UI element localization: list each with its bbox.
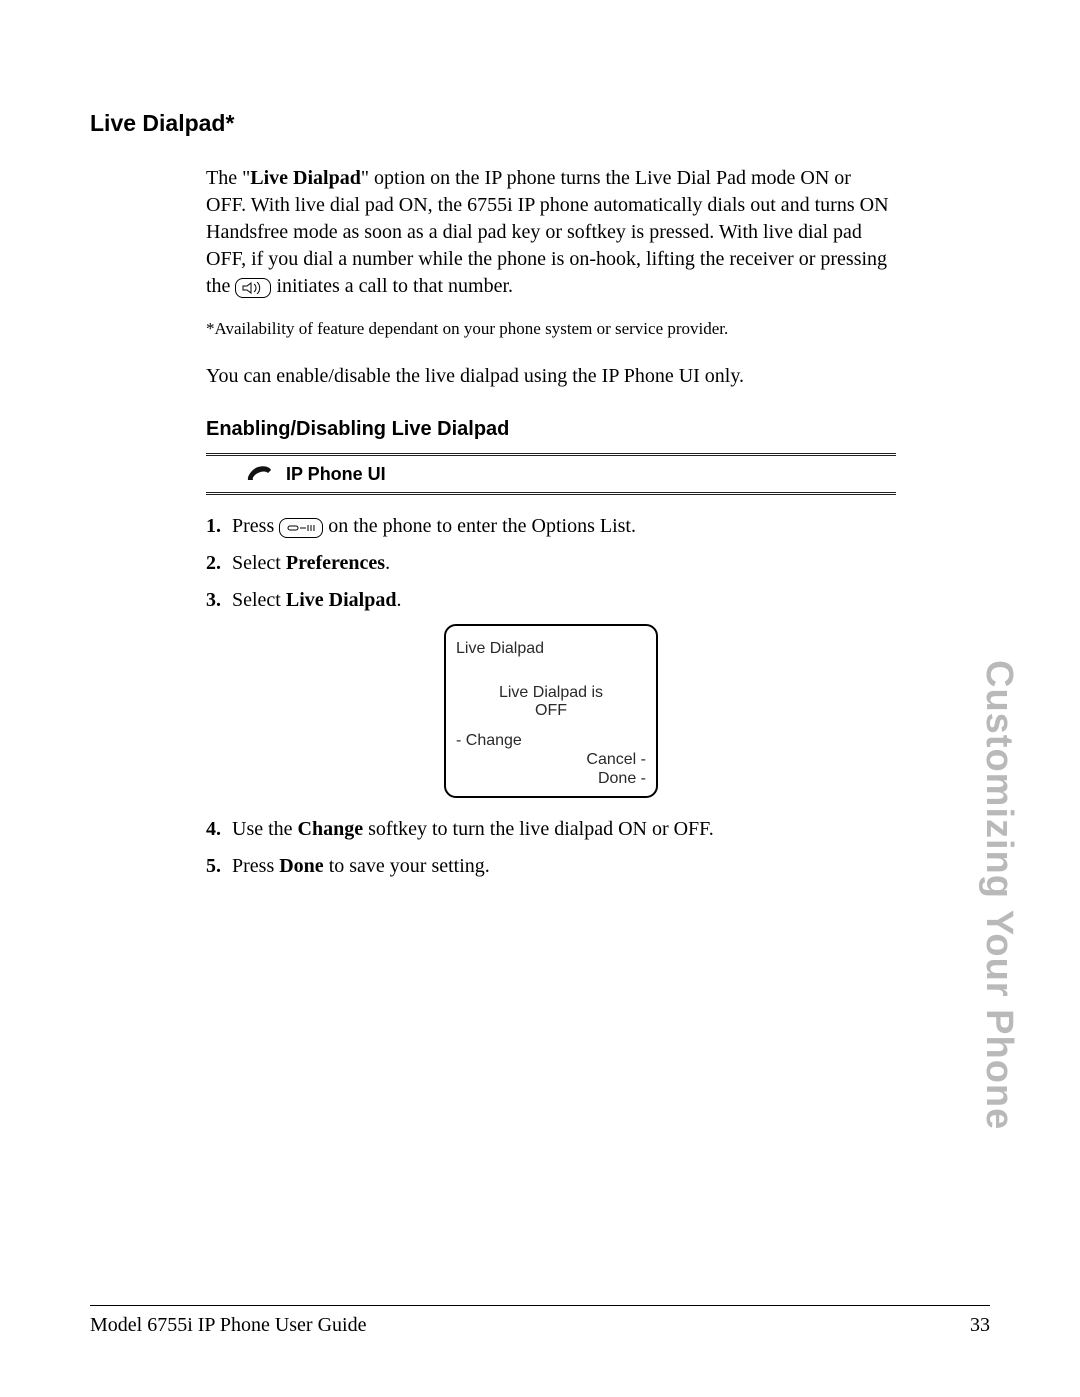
step-3: 3. Select Live Dialpad. <box>206 587 896 614</box>
step-text-after: . <box>396 589 401 611</box>
step-text-after: on the phone to enter the Options List. <box>323 515 636 537</box>
step-text-before: Select <box>232 589 286 611</box>
enable-note: You can enable/disable the live dialpad … <box>206 363 896 390</box>
page-footer: Model 6755i IP Phone User Guide 33 <box>90 1305 990 1337</box>
live-dialpad-label: Live Dialpad <box>286 589 397 611</box>
step-number: 2. <box>206 550 232 577</box>
speaker-key-icon <box>235 278 271 298</box>
done-label: Done <box>279 855 323 877</box>
options-key-icon <box>279 518 323 538</box>
screen-status: Live Dialpad is OFF <box>456 684 646 724</box>
ip-phone-ui-label: IP Phone UI <box>286 462 386 486</box>
ip-phone-ui-banner: IP Phone UI <box>206 453 896 495</box>
step-text-after: softkey to turn the live dialpad ON or O… <box>363 818 714 840</box>
footer-doc-title: Model 6755i IP Phone User Guide <box>90 1314 366 1337</box>
step-number: 4. <box>206 816 232 843</box>
section-heading: Live Dialpad* <box>90 110 990 137</box>
steps-list-cont: 4. Use the Change softkey to turn the li… <box>206 816 896 880</box>
screen-title: Live Dialpad <box>456 638 646 660</box>
step-text-before: Use the <box>232 818 298 840</box>
intro-paragraph: The "Live Dialpad" option on the IP phon… <box>206 165 896 300</box>
phone-lcd-screen: Live Dialpad Live Dialpad is OFF - Chang… <box>444 624 658 798</box>
step-text-before: Press <box>232 855 279 877</box>
step-number: 1. <box>206 513 232 540</box>
availability-note: *Availability of feature dependant on yo… <box>206 318 896 341</box>
change-label: Change <box>298 818 364 840</box>
status-line-1: Live Dialpad is <box>476 684 626 702</box>
step-number: 3. <box>206 587 232 614</box>
phone-ui-icon <box>246 464 274 484</box>
step-2: 2. Select Preferences. <box>206 550 896 577</box>
subsection-heading: Enabling/Disabling Live Dialpad <box>206 416 896 443</box>
intro-text-after: initiates a call to that number. <box>271 275 513 297</box>
step-text-before: Press <box>232 515 279 537</box>
softkey-done: Done - <box>456 770 646 788</box>
softkey-change: - Change <box>456 730 646 752</box>
step-1: 1. Press on the phone to enter the Optio… <box>206 513 896 540</box>
step-number: 5. <box>206 853 232 880</box>
step-5: 5. Press Done to save your setting. <box>206 853 896 880</box>
softkey-cancel: Cancel - <box>456 751 646 769</box>
step-text-after: . <box>385 552 390 574</box>
intro-text-before: The " <box>206 167 250 189</box>
page-number: 33 <box>970 1314 990 1337</box>
chapter-tab: Customizing Your Phone <box>977 660 1020 1130</box>
step-text-after: to save your setting. <box>324 855 490 877</box>
step-text-before: Select <box>232 552 286 574</box>
preferences-label: Preferences <box>286 552 385 574</box>
body-content: The "Live Dialpad" option on the IP phon… <box>206 165 896 880</box>
step-4: 4. Use the Change softkey to turn the li… <box>206 816 896 843</box>
status-line-2: OFF <box>476 702 626 720</box>
intro-bold-term: Live Dialpad <box>250 167 361 189</box>
steps-list: 1. Press on the phone to enter the Optio… <box>206 513 896 614</box>
